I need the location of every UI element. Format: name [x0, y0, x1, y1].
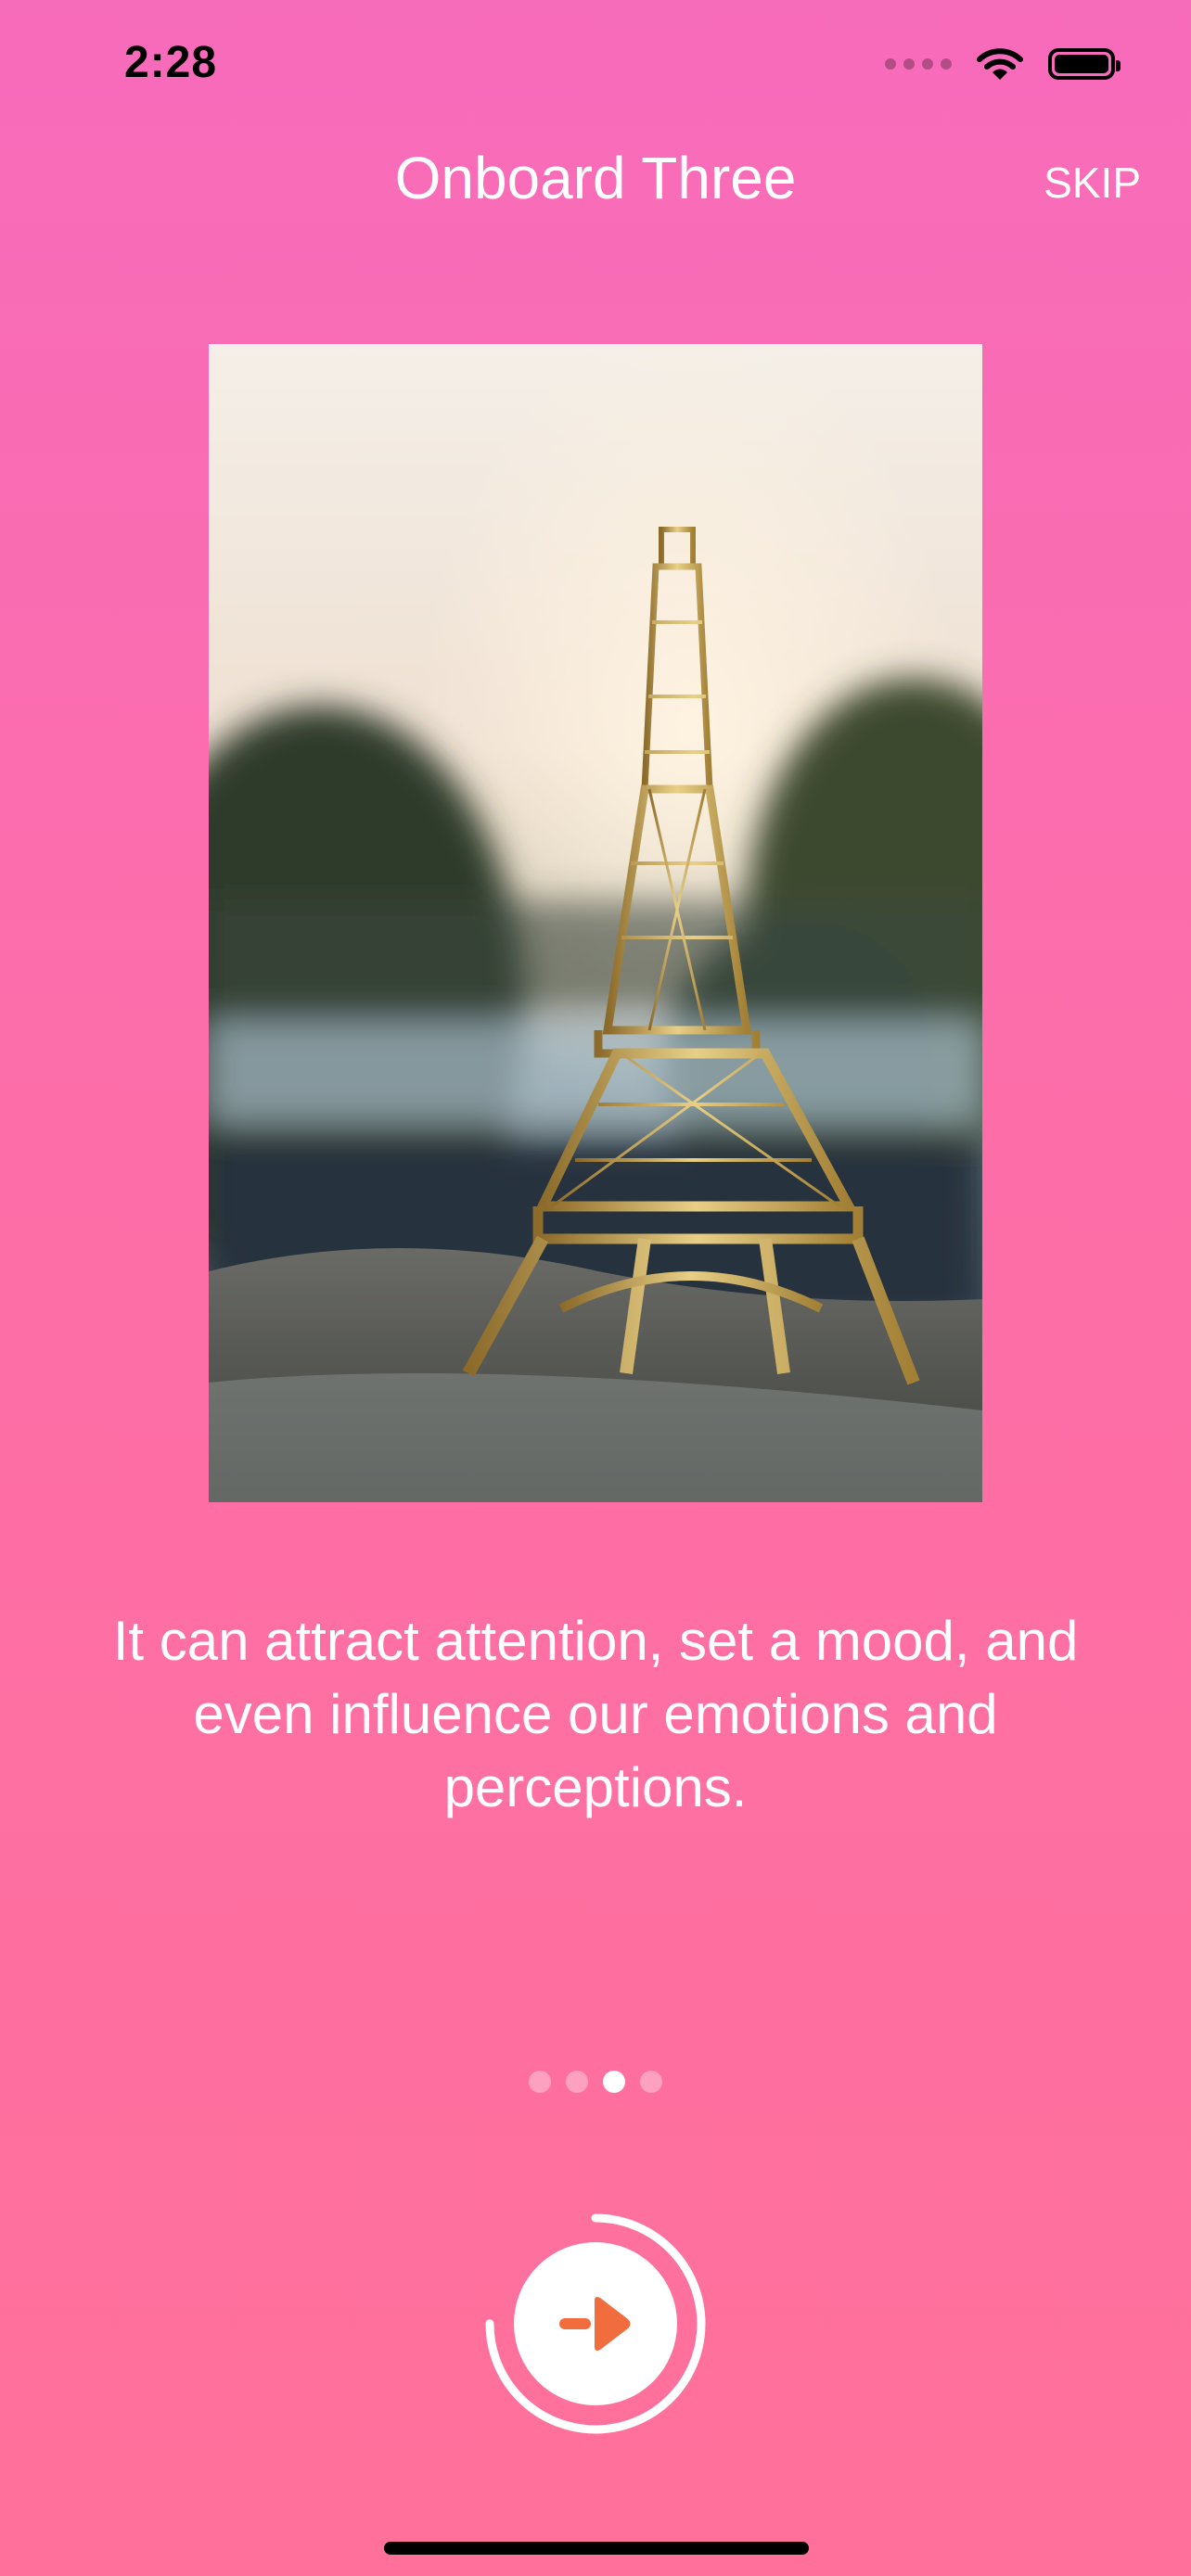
cellular-signal-icon	[885, 58, 952, 70]
onboarding-screen: 2:28 Onboard Three SKIP It can attract a…	[0, 0, 1191, 2576]
next-button[interactable]	[514, 2242, 677, 2405]
arrow-right-icon	[559, 2297, 631, 2351]
page-indicator	[0, 2071, 1191, 2093]
home-indicator	[384, 2542, 809, 2555]
status-icons	[885, 46, 1121, 82]
onboarding-caption: It can attract attention, set a mood, an…	[112, 1610, 1079, 1818]
battery-icon	[1048, 48, 1121, 80]
onboarding-photo	[209, 344, 982, 1502]
next-button-container	[483, 2212, 708, 2436]
page-title: Onboard Three	[394, 145, 797, 211]
page-dot-2[interactable]	[566, 2071, 588, 2093]
skip-button[interactable]: SKIP	[1044, 158, 1141, 208]
page-dot-1[interactable]	[529, 2071, 551, 2093]
eiffel-tower-photo	[209, 344, 982, 1502]
page-dot-4[interactable]	[640, 2071, 662, 2093]
status-time: 2:28	[124, 38, 218, 87]
page-dot-3-active[interactable]	[603, 2071, 625, 2093]
wifi-icon	[977, 48, 1023, 80]
